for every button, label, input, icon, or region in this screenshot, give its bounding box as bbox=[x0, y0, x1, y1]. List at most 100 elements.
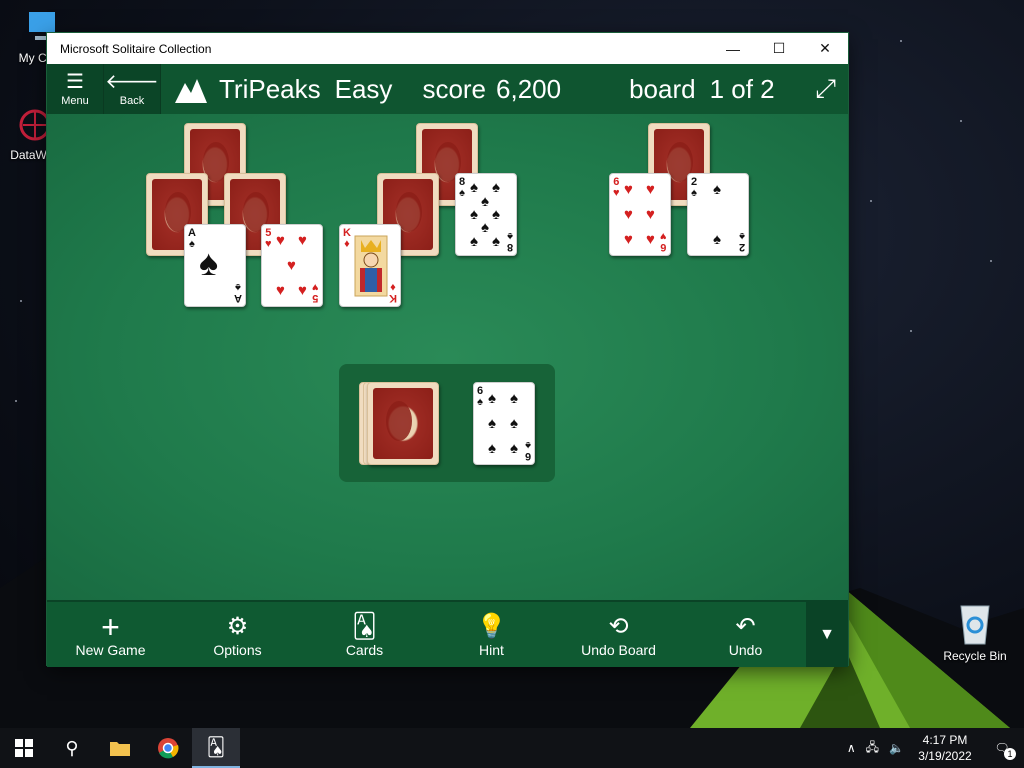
heart-icon: ♥ bbox=[646, 231, 655, 248]
volume-icon[interactable]: 🔈 bbox=[883, 741, 910, 755]
taskbar: ⚲ 🂡 ∧ 🖧 🔈 4:17 PM 3/19/2022 🗨 1 bbox=[0, 728, 1024, 768]
card-six-hearts[interactable]: 6 ♥ ♥ ♥ ♥ ♥ ♥ ♥ 6 ♥ bbox=[609, 173, 671, 256]
score-label: score bbox=[422, 73, 487, 104]
card-suit: ♠ bbox=[739, 230, 745, 242]
desktop-icon-label: Recycle Bin bbox=[943, 649, 1007, 663]
tripeaks-mountain-icon bbox=[175, 79, 207, 103]
stock-pile[interactable] bbox=[367, 382, 439, 465]
bottom-toolbar: + New Game ⚙ Options 🂡 Cards 💡 Hint ⟲ Un… bbox=[47, 600, 848, 667]
maximize-button[interactable]: ☐ bbox=[756, 33, 802, 64]
card-king-diamonds[interactable]: K ♦ K ♦ bbox=[339, 224, 401, 307]
spade-icon: ♠ bbox=[492, 206, 500, 223]
search-button[interactable]: ⚲ bbox=[48, 728, 96, 768]
card-two-spades[interactable]: 2 ♠ ♠ ♠ 2 ♠ bbox=[687, 173, 749, 256]
heart-icon: ♥ bbox=[624, 206, 633, 223]
notification-button[interactable]: 🗨 1 bbox=[980, 728, 1024, 768]
heart-icon: ♥ bbox=[298, 282, 307, 299]
card-rank: 5 bbox=[312, 292, 319, 304]
game-header: ☰ Menu 🡐 Back TriPeaks Easy score 6,200 … bbox=[47, 64, 848, 114]
spade-icon: ♠ bbox=[481, 193, 489, 210]
waste-card-six-spades: 6 ♠ ♠ ♠ ♠ ♠ ♠ ♠ 6 ♠ bbox=[473, 382, 535, 465]
fullscreen-icon[interactable]: ⤢ bbox=[815, 73, 836, 105]
options-label: Options bbox=[213, 641, 262, 658]
search-icon: ⚲ bbox=[65, 737, 79, 758]
desktop-icon-recycle-bin[interactable]: Recycle Bin bbox=[940, 600, 1010, 663]
card-rank: 8 bbox=[506, 241, 513, 253]
spade-icon: ♠ bbox=[488, 415, 496, 432]
clock-date: 3/19/2022 bbox=[918, 749, 972, 763]
heart-icon: ♥ bbox=[298, 232, 307, 249]
card-rank: K bbox=[389, 292, 397, 304]
hint-button[interactable]: 💡 Hint bbox=[428, 602, 555, 667]
spade-icon: ♠ bbox=[510, 440, 518, 457]
spade-icon: ♠ bbox=[492, 233, 500, 250]
spade-icon: ♠ bbox=[713, 231, 721, 248]
toolbar-expand-button[interactable]: ▼ bbox=[806, 602, 848, 667]
spade-icon: ♠ bbox=[199, 242, 219, 283]
menu-label: Menu bbox=[61, 94, 89, 107]
card-ace-spades[interactable]: A ♠ ♠ A ♠ bbox=[184, 224, 246, 307]
minimize-button[interactable]: — bbox=[710, 33, 756, 64]
card-suit: ♦ bbox=[390, 281, 396, 293]
clock[interactable]: 4:17 PM 3/19/2022 bbox=[910, 732, 980, 764]
spade-icon: ♠ bbox=[481, 219, 489, 236]
heart-icon: ♥ bbox=[287, 257, 296, 274]
heart-icon: ♥ bbox=[276, 232, 285, 249]
cards-label: Cards bbox=[345, 641, 384, 658]
card-rank: 6 bbox=[524, 450, 531, 462]
gear-icon: ⚙ bbox=[226, 612, 249, 640]
solitaire-taskbar-button[interactable]: 🂡 bbox=[192, 728, 240, 768]
new-game-label: New Game bbox=[75, 641, 146, 658]
chevron-up-icon[interactable]: ∧ bbox=[841, 741, 862, 755]
heart-icon: ♥ bbox=[276, 282, 285, 299]
heart-icon: ♥ bbox=[646, 181, 655, 198]
spade-icon: ♠ bbox=[488, 440, 496, 457]
chrome-button[interactable] bbox=[144, 728, 192, 768]
system-tray: ∧ 🖧 🔈 4:17 PM 3/19/2022 🗨 1 bbox=[841, 728, 1024, 768]
spade-icon: ♠ bbox=[713, 181, 721, 198]
undo-board-label: Undo Board bbox=[581, 641, 656, 658]
new-game-button[interactable]: + New Game bbox=[47, 602, 174, 667]
card-suit: ♥ bbox=[660, 230, 667, 242]
spade-icon: ♠ bbox=[510, 390, 518, 407]
cards-button[interactable]: 🂡 Cards bbox=[301, 602, 428, 667]
title-bar: Microsoft Solitaire Collection — ☐ ✕ bbox=[47, 33, 848, 64]
close-button[interactable]: ✕ bbox=[802, 33, 848, 64]
card-suit: ♠ bbox=[235, 281, 241, 293]
undo-button[interactable]: ↶ Undo bbox=[682, 602, 809, 667]
file-explorer-button[interactable] bbox=[96, 728, 144, 768]
card-eight-spades[interactable]: 8 ♠ ♠ ♠ ♠ ♠ ♠ ♠ ♠ ♠ 8 ♠ bbox=[455, 173, 517, 256]
heart-icon: ♥ bbox=[624, 181, 633, 198]
back-button[interactable]: 🡐 Back bbox=[104, 64, 161, 114]
folder-icon bbox=[110, 742, 130, 756]
hint-label: Hint bbox=[479, 641, 504, 658]
cards-icon: 🂡 bbox=[352, 612, 377, 640]
back-arrow-icon: 🡐 bbox=[105, 70, 159, 93]
spade-icon: ♠ bbox=[470, 179, 478, 196]
card-suit: ♠ bbox=[691, 187, 697, 199]
windows-icon bbox=[15, 739, 33, 757]
heart-icon: ♥ bbox=[646, 206, 655, 223]
board-value: 1 of 2 bbox=[709, 73, 775, 104]
card-five-hearts[interactable]: 5 ♥ ♥ ♥ ♥ ♥ ♥ 5 ♥ bbox=[261, 224, 323, 307]
hamburger-icon: ☰ bbox=[66, 70, 84, 93]
undo-board-button[interactable]: ⟲ Undo Board bbox=[555, 602, 682, 667]
spade-icon: ♠ bbox=[470, 206, 478, 223]
solitaire-cards-icon: 🂡 bbox=[206, 736, 226, 757]
menu-button[interactable]: ☰ Menu bbox=[47, 64, 104, 114]
card-suit: ♥ bbox=[265, 238, 272, 250]
heart-icon: ♥ bbox=[624, 231, 633, 248]
network-icon[interactable]: 🖧 bbox=[862, 738, 883, 759]
back-label: Back bbox=[119, 94, 145, 107]
game-board: A♠ ♠ A♠ 5♥ ♥ ♥ ♥ ♥ ♥ 5♥ K♦ K♦ 8♠ bbox=[47, 114, 848, 600]
options-button[interactable]: ⚙ Options bbox=[174, 602, 301, 667]
undo-icon: ↶ bbox=[735, 612, 756, 640]
card-suit: ♦ bbox=[344, 238, 350, 250]
start-button[interactable] bbox=[0, 728, 48, 768]
difficulty-label: Easy bbox=[334, 73, 393, 104]
clock-time: 4:17 PM bbox=[922, 733, 968, 747]
lightbulb-icon: 💡 bbox=[476, 612, 507, 640]
spade-icon: ♠ bbox=[470, 233, 478, 250]
notification-count: 1 bbox=[1004, 748, 1016, 760]
card-rank: 2 bbox=[738, 241, 745, 253]
